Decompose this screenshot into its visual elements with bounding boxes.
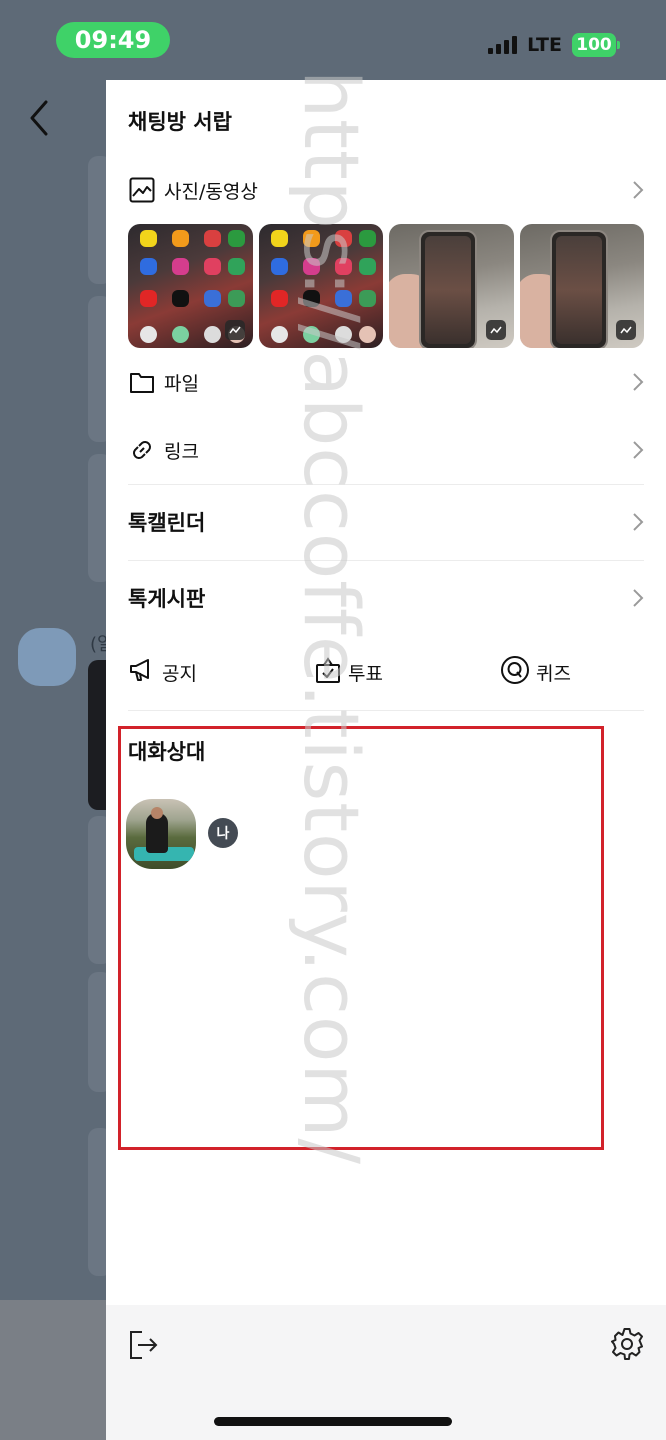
chevron-right-icon [633,441,644,459]
gear-icon[interactable] [610,1327,644,1361]
background-input-bar [0,1300,106,1440]
media-thumbnail[interactable] [389,224,514,348]
thumbnail-badge-icon [485,320,506,340]
calendar-row[interactable]: 톡캘린더 [106,502,666,542]
notice-button[interactable]: 공지 [128,652,197,692]
calendar-label: 톡캘린더 [128,511,206,535]
vote-button[interactable]: 투표 [314,652,383,692]
thumbnail-badge-icon [616,320,636,340]
media-thumbnail[interactable] [258,224,383,348]
folder-icon [128,368,156,396]
chevron-right-icon [633,181,644,199]
files-row[interactable]: 파일 [106,362,666,402]
divider [128,484,644,485]
highlight-box [118,726,604,1150]
quiz-button[interactable]: 퀴즈 [500,652,571,692]
home-indicator[interactable] [214,1417,452,1426]
drawer-title: 채팅방 서랍 [128,110,232,134]
drawer-footer [106,1305,666,1440]
link-icon [128,436,156,464]
quick-actions: 공지 투표 퀴즈 [106,652,666,692]
files-label: 파일 [164,372,199,395]
vote-label: 투표 [348,662,383,685]
status-time: 09:49 [56,22,170,58]
quiz-icon [500,655,530,689]
divider [128,710,644,711]
media-thumbnail[interactable] [128,224,253,348]
battery-level: 100 [572,33,616,57]
chevron-right-icon [633,373,644,391]
media-row[interactable]: 사진/동영상 [106,170,666,210]
thumbnail-badge-icon [224,320,245,340]
media-thumbnail[interactable] [519,224,644,348]
battery-icon: 100 [572,33,620,57]
photo-icon [128,176,156,204]
links-label: 링크 [164,440,199,463]
board-label: 톡게시판 [128,587,206,611]
back-arrow-icon[interactable] [24,96,56,140]
megaphone-icon [128,657,156,687]
chevron-right-icon [633,513,644,531]
background-image [88,660,106,810]
media-thumbnails [128,224,644,348]
links-row[interactable]: 링크 [106,430,666,470]
status-indicators: LTE 100 [488,32,620,58]
signal-icon [488,36,518,54]
vote-box-icon [314,656,342,688]
network-label: LTE [527,34,562,56]
quiz-label: 퀴즈 [536,662,571,685]
board-row[interactable]: 톡게시판 [106,578,666,618]
notice-label: 공지 [162,662,197,685]
media-label: 사진/동영상 [164,180,258,203]
exit-icon[interactable] [128,1329,160,1361]
background-avatar [18,628,76,686]
divider [128,560,644,561]
chevron-right-icon [633,589,644,607]
